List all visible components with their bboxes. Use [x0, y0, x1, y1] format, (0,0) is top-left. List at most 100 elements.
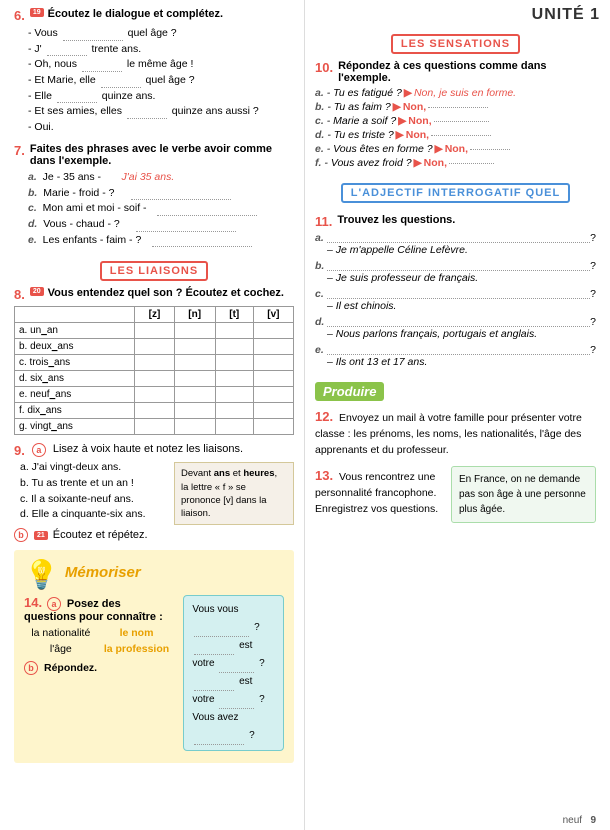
ex10-d-arrow: ▶ — [396, 129, 404, 141]
ex10-c-label: c. — [315, 115, 324, 127]
ex9-line-a: a. J'ai vingt-deux ans. — [20, 460, 168, 475]
ex13-info-box: En France, on ne demande pas son âge à u… — [451, 466, 596, 523]
row-a-t — [215, 323, 253, 339]
ex9-circle-b: b — [14, 528, 28, 542]
adjectif-banner-container: L'ADJECTIF INTERROGATIF QUEL — [315, 177, 596, 209]
ex11-item-e: e. ? – Ils ont 13 et 17 ans. — [315, 344, 596, 368]
ex10-b-non: Non, — [403, 101, 426, 113]
ex14-title: Posez des questions pour connaître : — [24, 598, 163, 623]
row-e-t — [215, 387, 253, 403]
exercise-7: 7. Faites des phrases avec le verbe avoi… — [14, 143, 294, 247]
sensations-banner-container: LES SENSATIONS — [315, 28, 596, 60]
ex11-item-a: a. ? – Je m'appelle Céline Lefèvre. — [315, 232, 596, 256]
ex13-content: 13. Vous rencontrez une personnalité fra… — [315, 466, 596, 523]
memoriser-section: 💡 Mémoriser 14. a Posez des questions po… — [14, 550, 294, 763]
memoriser-title: Mémoriser — [65, 564, 141, 581]
ex10-item-a: a. - Tu es fatigué ? ▶ Non, je suis en f… — [315, 87, 596, 99]
memoriser-content: 14. a Posez des questions pour connaître… — [24, 595, 284, 751]
exercise-8: 8. 20 Vous entendez quel son ? Écoutez e… — [14, 287, 294, 435]
row-a-label: a. un_an — [15, 323, 135, 339]
ex10-f-label: f. — [315, 157, 321, 169]
ex10-item-e: e. - Vous êtes en forme ? ▶ Non, — [315, 143, 596, 155]
row-f-label: f. dix_ans — [15, 403, 135, 419]
table-row: g. vingt_ans — [15, 419, 294, 435]
footer-text: neuf — [563, 815, 582, 826]
ex11-c-answer: – Il est chinois. — [327, 300, 596, 312]
liaisons-banner-container: LES LIAISONS — [14, 255, 294, 287]
ex9-note-box: Devant ans et heures, la lettre « f » se… — [174, 462, 294, 525]
ex11-b-label: b. — [315, 260, 324, 272]
row-f-z — [135, 403, 174, 419]
row-g-v — [253, 419, 293, 435]
ex10-f-q: - Vous avez froid ? — [324, 157, 411, 169]
ex11-num: 11. — [315, 214, 332, 229]
ex10-a-ans: Non, je suis en forme. — [414, 87, 516, 99]
ex10-item-d: d. - Tu es triste ? ▶ Non, — [315, 129, 596, 141]
ex12-text: Envoyez un mail à votre famille pour pré… — [315, 412, 582, 456]
ex11-b-answer: – Je suis professeur de français. — [327, 272, 596, 284]
ex9-line-c: c. Il a soixante-neuf ans. — [20, 492, 168, 507]
ex10-items-bf: b. - Tu as faim ? ▶ Non, c. - Marie a so… — [315, 101, 596, 169]
row-g-label: g. vingt_ans — [15, 419, 135, 435]
row-d-t — [215, 371, 253, 387]
ex7-item-b: b. Marie - froid - ? — [28, 186, 294, 201]
liaisons-banner: LES LIAISONS — [100, 261, 208, 281]
ex11-title: Trouvez les questions. — [337, 214, 455, 226]
ex8-audio-badge: 20 — [30, 287, 44, 296]
ex13-num: 13. — [315, 468, 333, 483]
ex11-e-question-line — [327, 345, 590, 355]
chat-line-4: Vous avez ? — [192, 709, 275, 745]
ex9-audio-badge: 21 — [34, 531, 48, 540]
produire-banner: Produire — [315, 376, 596, 404]
ex13-text: Vous rencontrez une personnalité francop… — [315, 471, 438, 515]
ex10-c-non: Non, — [408, 115, 431, 127]
row-c-n — [174, 355, 215, 371]
row-f-t — [215, 403, 253, 419]
col-v: [v] — [253, 307, 293, 323]
ex11-a-label: a. — [315, 232, 324, 244]
ex9-line-b: b. Tu as trente et un an ! — [20, 476, 168, 491]
ex11-item-d: d. ? – Nous parlons français, portugais … — [315, 316, 596, 340]
table-row: f. dix_ans — [15, 403, 294, 419]
ex14-num: 14. — [24, 595, 42, 610]
exercise-7-header: 7. Faites des phrases avec le verbe avoi… — [14, 143, 294, 167]
ex11-e-label: e. — [315, 344, 324, 356]
chat-bubble: Vous vous ? est votre ? est votre ? Vous… — [183, 595, 284, 751]
ex10-e-label: e. — [315, 143, 324, 155]
ex8-num: 8. — [14, 287, 25, 302]
ex9-part-b-title: Écoutez et répétez. — [53, 529, 148, 541]
ex10-b-label: b. — [315, 101, 324, 113]
row-a-z — [135, 323, 174, 339]
exercise-9: 9. a Lisez à voix haute et notez les lia… — [14, 443, 294, 542]
ex11-item-b: b. ? – Je suis professeur de français. — [315, 260, 596, 284]
ex6-title: Écoutez le dialogue et complétez. — [48, 8, 223, 20]
exercise-12: 12. Envoyez un mail à votre famille pour… — [315, 407, 596, 458]
chat-line-3: est votre ? — [192, 673, 275, 709]
ex8-table: [z] [n] [t] [v] a. un_an b — [14, 306, 294, 435]
table-row: a. un_an — [15, 323, 294, 339]
row-f-n — [174, 403, 215, 419]
ex10-title: Répondez à ces questions comme dans l'ex… — [338, 60, 596, 84]
ex9-num: 9. — [14, 443, 25, 458]
row-c-z — [135, 355, 174, 371]
ex6-line-2: - J' trente ans. — [28, 42, 294, 57]
row-b-n — [174, 339, 215, 355]
row-d-z — [135, 371, 174, 387]
ex6-line-7: - Oui. — [28, 120, 294, 135]
row-g-z — [135, 419, 174, 435]
concept-grid: la nationalité le nom l'âge la professio… — [24, 626, 173, 656]
ex11-a-question-line — [327, 233, 590, 243]
table-row: b. deux_ans — [15, 339, 294, 355]
page-footer: neuf 9 — [563, 815, 596, 826]
col-word — [15, 307, 135, 323]
ex14-circle-a: a — [47, 597, 61, 611]
ex14-left: 14. a Posez des questions pour connaître… — [24, 595, 173, 751]
ex10-e-arrow: ▶ — [435, 143, 443, 155]
ex10-e-non: Non, — [445, 143, 468, 155]
adjectif-banner: L'ADJECTIF INTERROGATIF QUEL — [341, 183, 570, 203]
lightbulb-icon: 💡 — [24, 558, 59, 591]
ex11-b-question-line — [327, 261, 590, 271]
ex6-num: 6. — [14, 8, 25, 23]
ex10-f-arrow: ▶ — [414, 157, 422, 169]
ex7-title: Faites des phrases avec le verbe avoir c… — [30, 143, 294, 167]
